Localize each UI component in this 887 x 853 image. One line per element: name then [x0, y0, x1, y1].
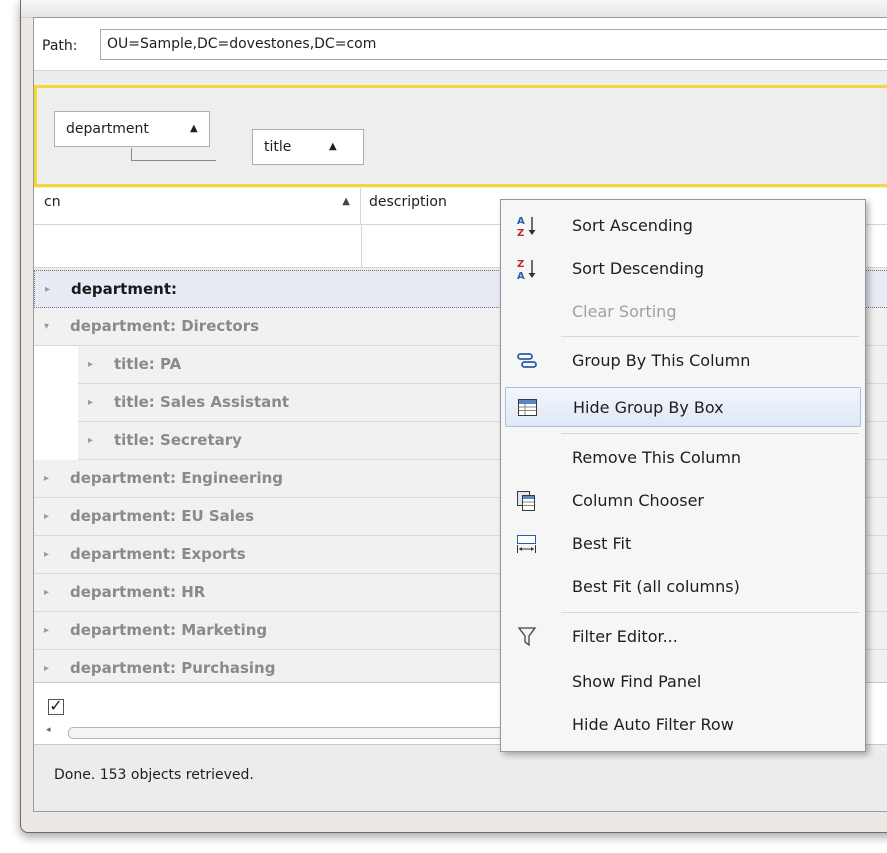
menu-item-column-chooser[interactable]: Column Chooser: [505, 481, 861, 521]
menu-item-label: Best Fit (all columns): [572, 577, 740, 596]
svg-text:Z: Z: [517, 228, 524, 238]
status-text: Done. 153 objects retrieved.: [54, 767, 254, 783]
menu-item-label: Column Chooser: [572, 491, 705, 510]
menu-item-hide-group-by-box[interactable]: Hide Group By Box: [505, 387, 861, 427]
column-header-label: cn: [44, 194, 61, 210]
group-row-label: department:: [71, 280, 177, 298]
menu-item-group-by-column[interactable]: Group By This Column: [505, 341, 861, 381]
group-row-label: department: EU Sales: [70, 507, 255, 525]
svg-text:Z: Z: [517, 259, 524, 270]
scroll-left-icon[interactable]: ◂: [46, 725, 51, 735]
sort-ascending-icon: ▲: [329, 141, 337, 152]
menu-item-best-fit[interactable]: Best Fit: [505, 524, 861, 564]
expand-icon[interactable]: ▸: [44, 498, 49, 535]
group-row-label: title: PA: [114, 355, 182, 373]
status-bar: Done. 153 objects retrieved.: [34, 744, 887, 809]
menu-item-label: Clear Sorting: [572, 302, 677, 321]
group-by-panel: department ▲ title ▲: [34, 85, 887, 187]
menu-item-label: Remove This Column: [572, 448, 742, 467]
column-header-cn[interactable]: cn ▲: [34, 188, 361, 224]
expand-icon[interactable]: ▸: [88, 422, 93, 459]
menu-item-label: Sort Descending: [572, 259, 705, 278]
menu-item-label: Hide Group By Box: [573, 398, 724, 417]
path-input[interactable]: OU=Sample,DC=dovestones,DC=com: [100, 29, 887, 60]
menu-item-label: Filter Editor...: [572, 627, 678, 646]
toolbar-strip: [21, 0, 887, 18]
group-by-icon: [517, 353, 537, 368]
menu-item-sort-descending[interactable]: Z A Sort Descending: [505, 249, 861, 289]
group-row-label: title: Sales Assistant: [114, 393, 290, 411]
menu-item-best-fit-all[interactable]: Best Fit (all columns): [505, 567, 861, 607]
group-row-label: department: Engineering: [70, 469, 283, 487]
menu-item-label: Hide Auto Filter Row: [572, 715, 734, 734]
column-chooser-icon: [517, 491, 535, 511]
menu-item-label: Show Find Panel: [572, 672, 702, 691]
menu-item-show-find-panel[interactable]: Show Find Panel: [505, 662, 861, 702]
expand-icon[interactable]: ▸: [45, 271, 50, 308]
collapse-icon[interactable]: ▾: [44, 308, 49, 345]
sort-ascending-icon: ▲: [342, 196, 350, 207]
svg-text:A: A: [517, 271, 525, 281]
menu-item-clear-sorting[interactable]: Clear Sorting: [505, 292, 861, 332]
group-chip-label: department: [66, 121, 149, 137]
menu-item-remove-column[interactable]: Remove This Column: [505, 438, 861, 478]
menu-item-filter-editor[interactable]: Filter Editor...: [505, 617, 861, 657]
group-row-label: department: Directors: [70, 317, 260, 335]
menu-item-hide-auto-filter-row[interactable]: Hide Auto Filter Row: [505, 705, 861, 745]
expand-icon[interactable]: ▸: [44, 574, 49, 611]
column-context-menu: A Z Sort Ascending Z A Sort Descending C…: [500, 199, 866, 752]
group-chip-title[interactable]: title ▲: [252, 129, 364, 165]
path-bar: Path: OU=Sample,DC=dovestones,DC=com: [34, 18, 887, 71]
menu-item-label: Best Fit: [572, 534, 632, 553]
group-row-label: department: HR: [70, 583, 206, 601]
filter-icon: [517, 627, 537, 647]
sort-ascending-icon: ▲: [190, 123, 198, 134]
group-row-label: department: Purchasing: [70, 659, 276, 677]
sort-descending-icon: Z A: [517, 259, 536, 281]
group-connector: [131, 148, 216, 161]
sort-ascending-icon: A Z: [517, 216, 536, 238]
expand-icon[interactable]: ▸: [44, 460, 49, 497]
group-row-label: title: Secretary: [114, 431, 242, 449]
path-label: Path:: [42, 38, 78, 54]
menu-item-label: Group By This Column: [572, 351, 751, 370]
group-row-label: department: Exports: [70, 545, 246, 563]
select-all-checkbox[interactable]: ✓: [48, 698, 64, 715]
group-chip-department[interactable]: department ▲: [54, 111, 210, 147]
scrollbar-thumb[interactable]: [68, 727, 504, 739]
svg-text:A: A: [517, 216, 525, 227]
column-header-label: description: [369, 194, 447, 210]
group-row-label: department: Marketing: [70, 621, 268, 639]
menu-item-sort-ascending[interactable]: A Z Sort Ascending: [505, 206, 861, 246]
menu-item-label: Sort Ascending: [572, 216, 693, 235]
expand-icon[interactable]: ▸: [88, 384, 93, 421]
best-fit-icon: [517, 535, 536, 553]
group-chip-label: title: [264, 139, 292, 155]
expand-icon[interactable]: ▸: [44, 650, 49, 682]
expand-icon[interactable]: ▸: [44, 536, 49, 573]
horizontal-scrollbar[interactable]: ◂: [44, 725, 504, 739]
group-box-icon: [518, 399, 537, 416]
expand-icon[interactable]: ▸: [44, 612, 49, 649]
expand-icon[interactable]: ▸: [88, 346, 93, 383]
